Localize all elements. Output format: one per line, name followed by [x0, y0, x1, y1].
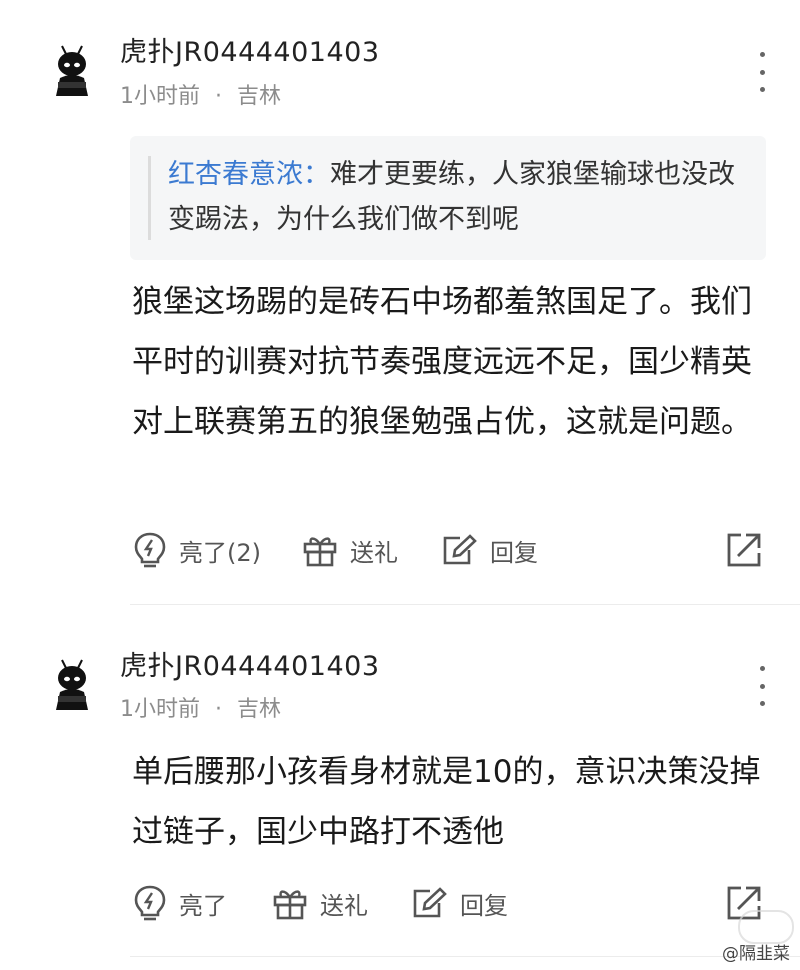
share-button[interactable] — [724, 525, 764, 575]
meta-separator: · — [215, 697, 222, 722]
comment-body: 单后腰那小孩看身材就是10的，意识决策没掉过链子，国少中路打不透他 — [132, 754, 761, 850]
username[interactable]: 虎扑JR0444401403 — [120, 644, 380, 683]
comment-meta: 1小时前 · 吉林 — [120, 691, 281, 723]
gift-label: 送礼 — [350, 538, 398, 567]
gift-button[interactable]: 送礼 — [272, 878, 368, 928]
meta-separator: · — [215, 84, 222, 109]
more-icon[interactable] — [750, 666, 774, 706]
lightbulb-icon — [134, 885, 166, 921]
location: 吉林 — [237, 84, 282, 109]
comment-body: 狼堡这场踢的是砖石中场都羞煞国足了。我们平时的训赛对抗节奏强度远远不足，国少精英… — [132, 284, 752, 440]
reply-label: 回复 — [490, 538, 538, 567]
timestamp: 1小时前 — [120, 697, 200, 722]
gift-icon — [303, 537, 337, 567]
action-bar: 亮了 送礼 回复 — [0, 878, 800, 928]
quote-separator: ： — [303, 159, 330, 190]
share-icon — [727, 533, 761, 567]
like-label: 亮了 — [179, 891, 227, 920]
more-icon[interactable] — [750, 52, 774, 92]
gift-label: 送礼 — [320, 891, 368, 920]
timestamp: 1小时前 — [120, 84, 200, 109]
quote-bar — [148, 156, 151, 240]
username[interactable]: 虎扑JR0444401403 — [120, 30, 380, 69]
location: 吉林 — [237, 697, 282, 722]
reply-button[interactable]: 回复 — [410, 878, 508, 928]
gift-button[interactable]: 送礼 — [302, 525, 398, 575]
quoted-comment[interactable]: 红杏春意浓：难才更要练，人家狼堡输球也没改变踢法，为什么我们做不到呢 — [130, 136, 766, 260]
avatar[interactable] — [46, 44, 98, 100]
edit-icon — [443, 534, 477, 565]
like-button[interactable]: 亮了 — [133, 878, 227, 928]
like-button[interactable]: 亮了(2) — [133, 525, 261, 575]
quote-text: 红杏春意浓：难才更要练，人家狼堡输球也没改变踢法，为什么我们做不到呢 — [168, 152, 746, 242]
gift-icon — [273, 890, 307, 920]
reply-button[interactable]: 回复 — [440, 525, 538, 575]
action-bar: 亮了(2) 送礼 回复 — [0, 525, 800, 575]
lightbulb-icon — [134, 532, 166, 568]
reply-label: 回复 — [460, 891, 508, 920]
avatar[interactable] — [46, 658, 98, 714]
quote-author[interactable]: 红杏春意浓 — [168, 159, 303, 190]
edit-icon — [413, 887, 447, 918]
watermark: @隔韭菜 — [722, 944, 790, 964]
like-label: 亮了(2) — [179, 538, 261, 567]
comment-divider — [130, 956, 800, 957]
comment-divider — [130, 604, 800, 605]
comment-meta: 1小时前 · 吉林 — [120, 78, 281, 110]
